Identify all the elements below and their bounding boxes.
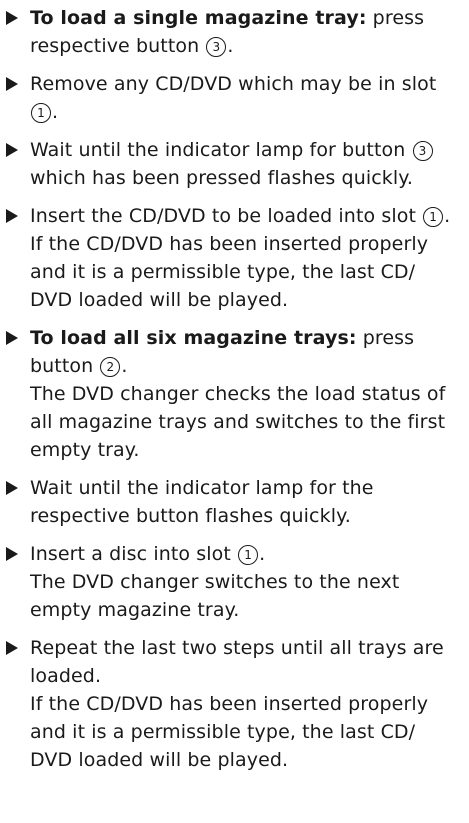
triangle-bullet-icon [6,11,18,25]
step-result: The DVD changer switches to the next emp… [30,571,400,621]
triangle-bullet-icon [6,331,18,345]
step-text: Wait until the indicator lamp for the re… [30,477,374,527]
step-text: . [52,101,59,123]
step-heading: To load a single magazine tray: [30,7,367,29]
triangle-bullet-icon [6,209,18,223]
triangle-bullet-icon [6,77,18,91]
step-result: If the CD/DVD has been inserted properly… [30,693,429,771]
callout-number: 3 [206,37,227,57]
callout-number: 1 [423,207,444,227]
step-text: which has been pressed flashes quickly. [30,167,414,189]
callout-number: 1 [238,545,259,565]
step-text: Repeat the last two steps until all tray… [30,637,444,687]
instruction-step: To load a single magazine tray: press re… [4,4,457,60]
instruction-step: Remove any CD/DVD which may be in slot 1… [4,70,457,126]
callout-number: 2 [100,357,121,377]
instruction-step: Repeat the last two steps until all tray… [4,634,457,774]
callout-number: 3 [412,141,433,161]
instruction-list: To load a single magazine tray: press re… [0,0,469,823]
step-text: . [259,543,266,565]
triangle-bullet-icon [6,481,18,495]
triangle-bullet-icon [6,641,18,655]
step-text: Insert a disc into slot [30,543,238,565]
instruction-step: Insert the CD/DVD to be loaded into slot… [4,202,457,314]
step-text: Remove any CD/DVD which may be in slot [30,73,437,95]
triangle-bullet-icon [6,143,18,157]
step-text: . [444,205,451,227]
step-heading: To load all six magazine trays: [30,327,357,349]
step-text: Insert the CD/DVD to be loaded into slot [30,205,423,227]
step-text: Wait until the indicator lamp for button [30,139,412,161]
instruction-step: Insert a disc into slot 1. The DVD change… [4,540,457,624]
instruction-step: Wait until the indicator lamp for button… [4,136,457,192]
instruction-step: To load all six magazine trays: press bu… [4,324,457,464]
triangle-bullet-icon [6,547,18,561]
step-result: If the CD/DVD has been inserted properly… [30,233,429,311]
step-text: . [227,35,234,57]
step-result: The DVD changer checks the load status o… [30,383,446,461]
step-text: . [121,355,128,377]
callout-number: 1 [31,103,51,123]
instruction-step: Wait until the indicator lamp for the re… [4,474,457,530]
